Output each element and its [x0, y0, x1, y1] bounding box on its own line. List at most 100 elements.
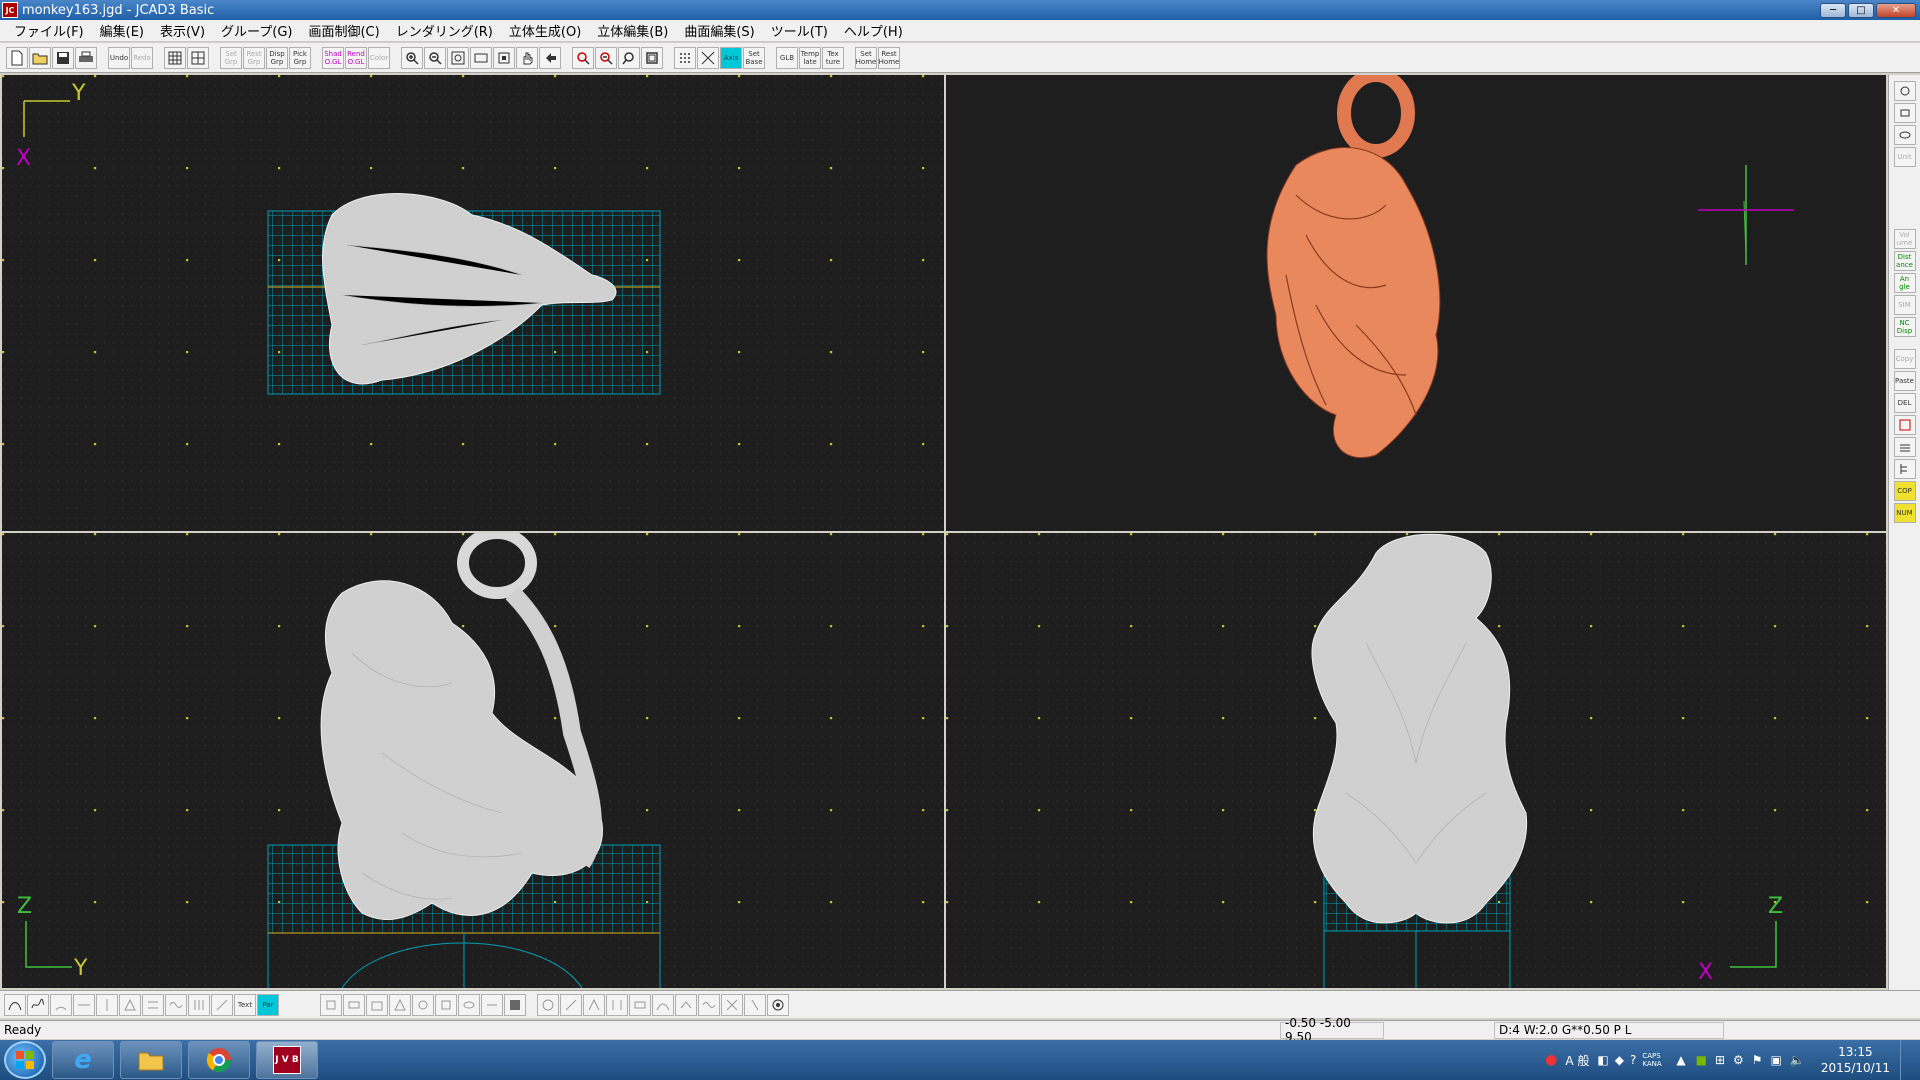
glb-button[interactable]: GLB — [776, 46, 798, 69]
tray-package-icon[interactable]: ◆ — [1615, 1053, 1624, 1067]
menu-rendering[interactable]: レンダリング(R) — [388, 21, 501, 40]
par-button[interactable]: Par — [257, 993, 279, 1016]
texture-button[interactable]: Tex ture — [822, 46, 844, 69]
wave-tool-icon[interactable] — [165, 993, 187, 1016]
template-button[interactable]: Temp late — [799, 46, 821, 69]
offset-tool-icon[interactable] — [142, 993, 164, 1016]
menu-solid-create[interactable]: 立体生成(O) — [501, 21, 589, 40]
view-print-icon[interactable] — [1893, 103, 1916, 123]
save-icon[interactable] — [52, 46, 74, 69]
grid-view-icon[interactable] — [1893, 415, 1916, 435]
surface-tool-9-icon[interactable] — [721, 993, 743, 1016]
surface-tool-7-icon[interactable] — [675, 993, 697, 1016]
layers-icon[interactable] — [1893, 437, 1916, 457]
zoom-window-icon[interactable] — [447, 46, 469, 69]
rest-group-button[interactable]: Rest Grp — [243, 46, 265, 69]
zoom-sel-icon[interactable] — [618, 46, 640, 69]
surface-tool-10-icon[interactable] — [744, 993, 766, 1016]
surface-tool-4-icon[interactable] — [606, 993, 628, 1016]
taskbar-chrome[interactable] — [188, 1041, 250, 1079]
unit-button[interactable]: Unit — [1893, 147, 1916, 167]
viewport-front[interactable]: Z Y — [2, 533, 944, 988]
taskbar-jcad[interactable]: J V B — [256, 1041, 318, 1079]
print-icon[interactable] — [75, 46, 97, 69]
color-button[interactable]: Color — [368, 46, 390, 69]
tray-volume-icon[interactable]: 🔈 — [1790, 1053, 1805, 1067]
tray-ime-icon[interactable]: ◧ — [1597, 1053, 1608, 1067]
tree-icon[interactable] — [1893, 459, 1916, 479]
nc-disp-button[interactable]: NC Disp — [1893, 317, 1916, 337]
angle-button[interactable]: An gle — [1893, 273, 1916, 293]
sim-button[interactable]: SIM — [1893, 295, 1916, 315]
tray-ime[interactable]: A 般 — [1565, 1052, 1589, 1069]
edit-tool-icon[interactable] — [211, 993, 233, 1016]
pan-icon[interactable] — [516, 46, 538, 69]
tray-help-icon[interactable]: ? — [1630, 1053, 1636, 1067]
show-desktop-button[interactable] — [1900, 1040, 1910, 1080]
freeform-tool-icon[interactable] — [27, 993, 49, 1016]
solid-tool-7-icon[interactable] — [458, 993, 480, 1016]
mirror-tool-icon[interactable] — [96, 993, 118, 1016]
close-button[interactable]: ✕ — [1876, 2, 1916, 18]
set-base-button[interactable]: Set Base — [743, 46, 765, 69]
view-eye-icon[interactable] — [1893, 125, 1916, 145]
zoom-in-icon[interactable] — [401, 46, 423, 69]
surface-tool-11-icon[interactable] — [767, 993, 789, 1016]
tray-windows-icon[interactable]: ⊞ — [1715, 1053, 1725, 1067]
menu-tools[interactable]: ツール(T) — [763, 21, 836, 40]
set-group-button[interactable]: Set Grp — [220, 46, 242, 69]
zoom-out-icon[interactable] — [424, 46, 446, 69]
viewport-top[interactable]: Y X — [2, 75, 944, 531]
surface-tool-6-icon[interactable] — [652, 993, 674, 1016]
menu-help[interactable]: ヘルプ(H) — [836, 21, 911, 40]
surface-tool-5-icon[interactable] — [629, 993, 651, 1016]
rest-home-button[interactable]: Rest Home — [878, 46, 900, 69]
triangle-tool-icon[interactable] — [119, 993, 141, 1016]
surface-tool-1-icon[interactable] — [537, 993, 559, 1016]
menu-group[interactable]: グループ(G) — [213, 21, 300, 40]
shade-opengl-button[interactable]: Shad O.GL — [322, 46, 344, 69]
curve-tool-icon[interactable] — [4, 993, 26, 1016]
viewport-render[interactable] — [946, 75, 1886, 531]
menu-screen-control[interactable]: 画面制御(C) — [300, 21, 387, 40]
set-home-button[interactable]: Set Home — [855, 46, 877, 69]
text-button[interactable]: Text — [234, 993, 256, 1016]
open-icon[interactable] — [29, 46, 51, 69]
solid-tool-6-icon[interactable] — [435, 993, 457, 1016]
paste-button[interactable]: Paste — [1893, 371, 1916, 391]
minimize-button[interactable]: ─ — [1820, 2, 1846, 18]
grid-icon[interactable] — [164, 46, 186, 69]
tray-settings-icon[interactable]: ⚙ — [1733, 1053, 1744, 1067]
taskbar-explorer[interactable] — [120, 1041, 182, 1079]
solid-tool-9-icon[interactable] — [504, 993, 526, 1016]
menu-solid-edit[interactable]: 立体編集(B) — [589, 21, 676, 40]
maximize-button[interactable]: □ — [1848, 2, 1874, 18]
menu-file[interactable]: ファイル(F) — [6, 21, 92, 40]
taskbar-ie[interactable]: e — [52, 1041, 114, 1079]
array-tool-icon[interactable] — [188, 993, 210, 1016]
zoom-in2-icon[interactable] — [572, 46, 594, 69]
disp-group-button[interactable]: Disp Grp — [266, 46, 288, 69]
viewport-side[interactable]: Z X — [946, 533, 1886, 988]
start-button[interactable] — [4, 1041, 46, 1079]
tray-flag-icon[interactable]: ⚑ — [1752, 1053, 1763, 1067]
num-button[interactable]: NUM — [1893, 503, 1916, 523]
zoom-frame-icon[interactable] — [641, 46, 663, 69]
surface-tool-8-icon[interactable] — [698, 993, 720, 1016]
delete-button[interactable]: DEL — [1893, 393, 1916, 413]
menu-edit[interactable]: 編集(E) — [92, 21, 152, 40]
line-tool-icon[interactable] — [73, 993, 95, 1016]
undo-button[interactable]: Undo — [108, 46, 130, 69]
solid-tool-1-icon[interactable] — [320, 993, 342, 1016]
new-icon[interactable] — [6, 46, 28, 69]
grid-dots-icon[interactable] — [674, 46, 696, 69]
zoom-out2-icon[interactable] — [595, 46, 617, 69]
cop-button[interactable]: COP — [1893, 481, 1916, 501]
menu-surface-edit[interactable]: 曲面編集(S) — [676, 21, 762, 40]
arc-tool-icon[interactable] — [50, 993, 72, 1016]
solid-tool-8-icon[interactable] — [481, 993, 503, 1016]
redo-button[interactable]: Redo — [131, 46, 153, 69]
clock[interactable]: 13:15 2015/10/11 — [1821, 1044, 1890, 1076]
snap-icon[interactable] — [697, 46, 719, 69]
surface-tool-3-icon[interactable] — [583, 993, 605, 1016]
